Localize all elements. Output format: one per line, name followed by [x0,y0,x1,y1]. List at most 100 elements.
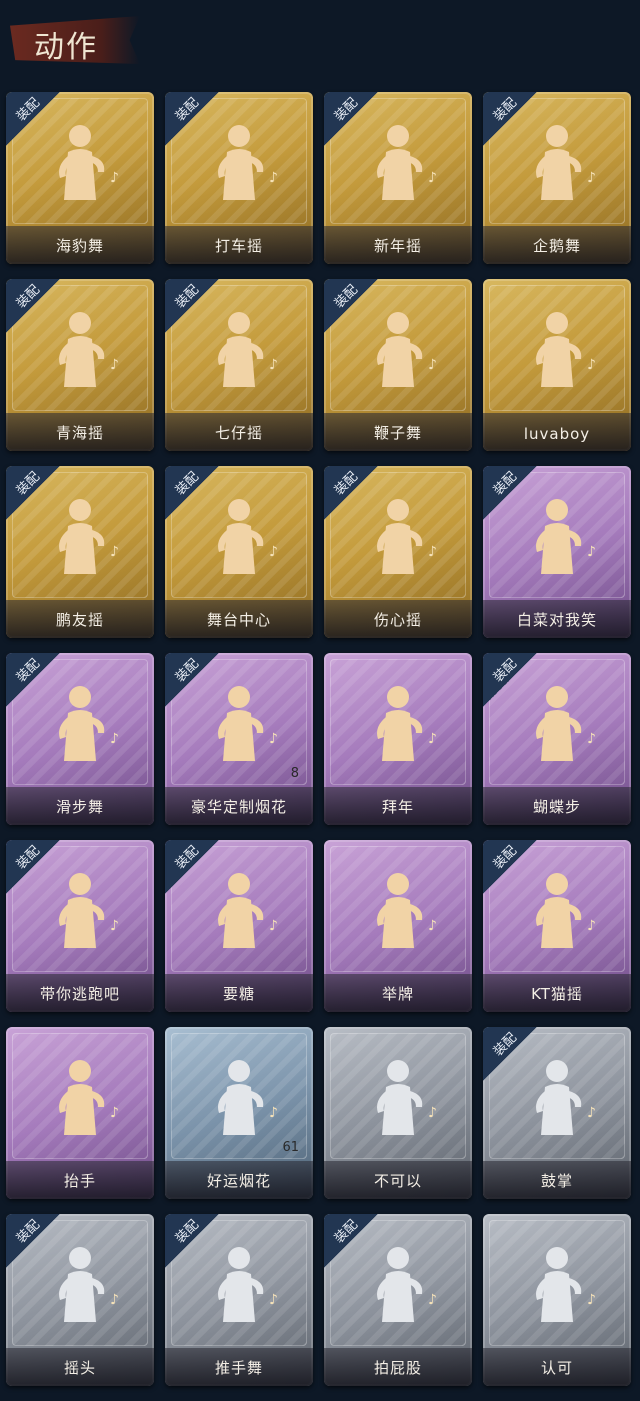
equip-badge: 装配 [483,466,537,520]
emote-card[interactable]: ♪ 拜年 [324,653,472,825]
emote-card[interactable]: 装配 ♪ 海豹舞 [6,92,154,264]
emote-card[interactable]: 装配 ♪ 带你逃跑吧 [6,840,154,1012]
emote-card[interactable]: 装配 ♪ 企鹅舞 [483,92,631,264]
emote-card[interactable]: ♪ 抬手 [6,1027,154,1199]
emote-card[interactable]: 装配 ♪ 鼓掌 [483,1027,631,1199]
equip-badge-label: 装配 [172,95,202,125]
emote-card[interactable]: 装配 ♪ 七仔摇 [165,279,313,451]
emote-name: 舞台中心 [206,611,271,629]
equip-badge-label: 装配 [13,843,43,873]
emote-card[interactable]: ♪ 认可 [483,1214,631,1386]
music-note-icon: ♪ [269,918,278,934]
emote-name: 鼓掌 [540,1172,573,1190]
equip-badge-label: 装配 [331,95,361,125]
emote-name: 新年摇 [373,237,422,255]
music-note-icon: ♪ [269,1292,278,1308]
emote-card[interactable]: 装配 ♪ 白菜对我笑 [483,466,631,638]
equip-badge: 装配 [165,92,219,146]
emote-figure-icon [377,686,423,761]
emote-name: 拍屁股 [373,1359,422,1377]
music-note-icon: ♪ [587,544,596,560]
emote-card[interactable]: 装配 ♪ 鹏友摇 [6,466,154,638]
music-note-icon: ♪ [587,1105,596,1121]
music-note-icon: ♪ [110,1105,119,1121]
equip-badge: 装配 [483,840,537,894]
emote-card[interactable]: 装配 ♪ 蝴蝶步 [483,653,631,825]
emote-figure-icon [218,1060,264,1135]
music-note-icon: ♪ [587,170,596,186]
equip-badge-label: 装配 [331,469,361,499]
equip-badge: 装配 [324,92,378,146]
emote-card[interactable]: ♪ luvaboy [483,279,631,451]
equip-badge-label: 装配 [172,1217,202,1247]
emote-name: 海豹舞 [55,237,104,255]
emote-figure-icon [377,1060,423,1135]
equip-badge-label: 装配 [13,656,43,686]
music-note-icon: ♪ [110,544,119,560]
equip-badge: 装配 [324,279,378,333]
equip-badge-label: 装配 [172,843,202,873]
equip-badge: 装配 [6,1214,60,1268]
equip-badge-label: 装配 [490,656,520,686]
emote-card[interactable]: 装配 ♪ 新年摇 [324,92,472,264]
emote-name: 七仔摇 [214,424,263,442]
emote-name: 推手舞 [214,1359,263,1377]
emote-name: 豪华定制烟花 [190,798,287,816]
header: 动作 [0,0,640,86]
emote-card[interactable]: 装配 ♪ 摇头 [6,1214,154,1386]
emote-card[interactable]: 装配 ♪ 滑步舞 [6,653,154,825]
emote-card[interactable]: 装配 ♪ 推手舞 [165,1214,313,1386]
page-title: 动作 [34,30,98,65]
equip-badge-label: 装配 [13,469,43,499]
emote-card[interactable]: 装配 ♪ 打车摇 [165,92,313,264]
emote-name: 打车摇 [214,237,263,255]
equip-badge: 装配 [165,840,219,894]
emote-figure-icon [59,1060,105,1135]
equip-badge: 装配 [6,466,60,520]
emote-card[interactable]: 装配 ♪ 豪华定制烟花 8 [165,653,313,825]
emote-name: 鞭子舞 [373,424,422,442]
equip-badge: 装配 [483,653,537,707]
music-note-icon: ♪ [428,731,437,747]
music-note-icon: ♪ [269,1105,278,1121]
music-note-icon: ♪ [428,170,437,186]
music-note-icon: ♪ [428,918,437,934]
equip-badge: 装配 [483,92,537,146]
emote-figure-icon [536,312,582,387]
equip-badge-label: 装配 [490,95,520,125]
emote-name: 拜年 [381,798,414,816]
music-note-icon: ♪ [110,1292,119,1308]
music-note-icon: ♪ [269,357,278,373]
emote-grid: 装配 ♪ 海豹舞 装配 ♪ 打车摇 装配 ♪ 新年摇 装配 ♪ 企鹅舞 装配 ♪ 青海摇 装配 ♪ 七仔摇 装配 ♪ 鞭… [6,92,631,1386]
equip-badge: 装配 [6,279,60,333]
emote-card[interactable]: ♪ 好运烟花 61 [165,1027,313,1199]
emote-card[interactable]: 装配 ♪ KT猫摇 [483,840,631,1012]
music-note-icon: ♪ [428,1105,437,1121]
music-note-icon: ♪ [269,170,278,186]
music-note-icon: ♪ [110,170,119,186]
equip-badge: 装配 [6,92,60,146]
music-note-icon: ♪ [269,731,278,747]
music-note-icon: ♪ [110,357,119,373]
emote-card[interactable]: ♪ 举牌 [324,840,472,1012]
equip-badge: 装配 [165,653,219,707]
music-note-icon: ♪ [428,1292,437,1308]
emote-name: 鹏友摇 [55,611,104,629]
emote-card[interactable]: 装配 ♪ 鞭子舞 [324,279,472,451]
item-count: 8 [290,766,299,781]
music-note-icon: ♪ [110,918,119,934]
emote-name: 滑步舞 [55,798,104,816]
equip-badge: 装配 [483,1027,537,1081]
equip-badge-label: 装配 [490,469,520,499]
emote-card[interactable]: ♪ 不可以 [324,1027,472,1199]
equip-badge: 装配 [165,1214,219,1268]
emote-card[interactable]: 装配 ♪ 青海摇 [6,279,154,451]
emote-card[interactable]: 装配 ♪ 舞台中心 [165,466,313,638]
emote-card[interactable]: 装配 ♪ 伤心摇 [324,466,472,638]
item-count: 61 [282,1140,299,1155]
emote-name: 不可以 [373,1172,422,1190]
emote-card[interactable]: 装配 ♪ 拍屁股 [324,1214,472,1386]
emote-name: 举牌 [381,985,414,1003]
equip-badge-label: 装配 [490,1030,520,1060]
emote-card[interactable]: 装配 ♪ 要糖 [165,840,313,1012]
